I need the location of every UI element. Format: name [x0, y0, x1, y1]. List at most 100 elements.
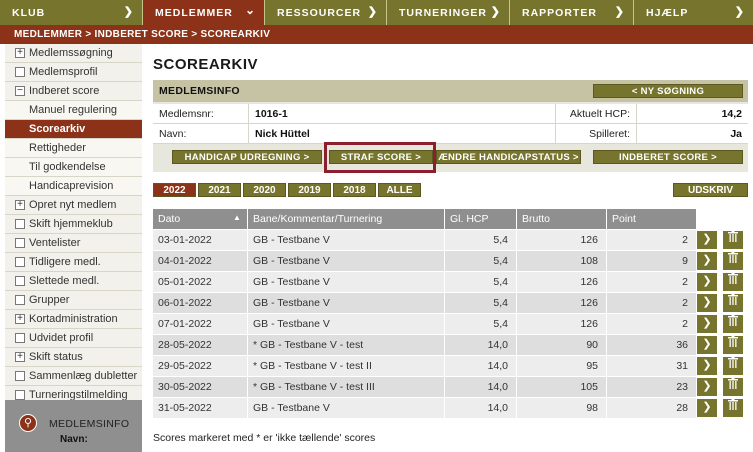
table-cell: 04-01-2022 — [153, 251, 248, 271]
table-cell: 5,4 — [445, 251, 517, 271]
delete-icon[interactable] — [723, 294, 743, 312]
nav-klub[interactable]: KLUB ❯ — [0, 0, 143, 25]
handicap-udregning-button[interactable]: HANDICAP UDREGNING > — [172, 150, 322, 164]
nav-medlemmer[interactable]: MEDLEMMER ⌄ — [143, 0, 265, 25]
delete-icon[interactable] — [723, 231, 743, 249]
navn-value: Nick Hüttel — [255, 128, 310, 140]
sidebar-item-kortadministration[interactable]: + Kortadministration — [5, 310, 142, 329]
column-header-point[interactable]: Point — [607, 209, 696, 229]
table-cell: 06-01-2022 — [153, 293, 248, 313]
open-score-icon[interactable]: ❯ — [697, 378, 717, 396]
sidebar-item-indberet-score[interactable]: − Indberet score — [5, 82, 142, 101]
nav-label: MEDLEMMER — [155, 6, 233, 19]
sidebar-item-label: Udvidet profil — [29, 332, 94, 344]
medlemsinfo-panel-navn: Navn: — [60, 434, 88, 445]
sidebar-item-label: Sammenlæg dubletter — [29, 370, 138, 382]
open-score-icon[interactable]: ❯ — [697, 315, 717, 333]
sidebar-item-scorearkiv[interactable]: Scorearkiv — [5, 120, 142, 139]
year-tab-2019[interactable]: 2019 — [288, 183, 331, 197]
delete-icon[interactable] — [723, 357, 743, 375]
aendre-handicapstatus-button[interactable]: ÆNDRE HANDICAPSTATUS > — [436, 150, 581, 164]
indberet-score-button[interactable]: INDBERET SCORE > — [593, 150, 743, 164]
year-tab-2020[interactable]: 2020 — [243, 183, 286, 197]
sidebar-item-skift-hjemmeklub[interactable]: Skift hjemmeklub — [5, 215, 142, 234]
sidebar-item-slettede-medl[interactable]: Slettede medl. — [5, 272, 142, 291]
table-cell: 126 — [517, 314, 607, 334]
sidebar-item-handicaprevision[interactable]: Handicaprevision — [5, 177, 142, 196]
year-tab-2022[interactable]: 2022 — [153, 183, 196, 197]
delete-icon[interactable] — [723, 315, 743, 333]
nav-ressourcer[interactable]: RESSOURCER ❯ — [265, 0, 387, 25]
sidebar-item-sammenlaeg-dubletter[interactable]: Sammenlæg dubletter — [5, 367, 142, 386]
table-cell: 5,4 — [445, 314, 517, 334]
delete-icon[interactable] — [723, 252, 743, 270]
open-score-icon[interactable]: ❯ — [697, 294, 717, 312]
table-cell: 95 — [517, 356, 607, 376]
sidebar-item-ventelister[interactable]: Ventelister — [5, 234, 142, 253]
expand-icon[interactable]: + — [15, 314, 25, 324]
open-score-icon[interactable]: ❯ — [697, 399, 717, 417]
sidebar-item-medlemsprofil[interactable]: Medlemsprofil — [5, 63, 142, 82]
table-cell: 5,4 — [445, 272, 517, 292]
expand-icon[interactable]: + — [15, 48, 25, 58]
table-cell: 28-05-2022 — [153, 335, 248, 355]
nav-rapporter[interactable]: RAPPORTER ❯ — [510, 0, 634, 25]
open-score-icon[interactable]: ❯ — [697, 336, 717, 354]
open-score-icon[interactable]: ❯ — [697, 273, 717, 291]
sidebar-item-label: Handicaprevision — [29, 180, 114, 192]
sidebar-item-rettigheder[interactable]: Rettigheder — [5, 139, 142, 158]
sidebar-item-opret-nyt-medlem[interactable]: + Opret nyt medlem — [5, 196, 142, 215]
print-button[interactable]: UDSKRIV — [673, 183, 748, 197]
delete-icon[interactable] — [723, 273, 743, 291]
nav-label: TURNERINGER — [399, 6, 488, 19]
delete-icon[interactable] — [723, 378, 743, 396]
table-cell: 14,0 — [445, 335, 517, 355]
collapse-icon[interactable]: − — [15, 86, 25, 96]
sidebar-item-manuel-regulering[interactable]: Manuel regulering — [5, 101, 142, 120]
table-cell: 2 — [682, 276, 688, 288]
column-header-brutto[interactable]: Brutto — [517, 209, 607, 229]
open-score-icon[interactable]: ❯ — [697, 231, 717, 249]
table-cell: 126 — [517, 272, 607, 292]
table-cell: 98 — [517, 398, 607, 418]
sidebar-item-til-godkendelse[interactable]: Til godkendelse — [5, 158, 142, 177]
delete-icon[interactable] — [723, 399, 743, 417]
column-header-gl-hcp[interactable]: Gl. HCP — [445, 209, 517, 229]
sidebar-item-skift-status[interactable]: + Skift status — [5, 348, 142, 367]
table-row: 06-01-2022 GB - Testbane V 5,4 126 2 — [153, 293, 696, 313]
year-tab-alle[interactable]: ALLE — [378, 183, 421, 197]
column-header-bane[interactable]: Bane/Kommentar/Turnering — [248, 209, 445, 229]
page-title: SCOREARKIV — [153, 56, 259, 73]
table-cell: GB - Testbane V — [248, 251, 445, 271]
delete-icon[interactable] — [723, 336, 743, 354]
table-cell: 126 — [517, 230, 607, 250]
new-search-button[interactable]: < NY SØGNING — [593, 84, 743, 98]
table-row: 30-05-2022 * GB - Testbane V - test III 14… — [153, 377, 696, 397]
sidebar-item-label: Rettigheder — [29, 142, 86, 154]
sidebar-item-udvidet-profil[interactable]: Udvidet profil — [5, 329, 142, 348]
table-cell: GB - Testbane V — [248, 314, 445, 334]
checkbox-icon — [15, 295, 25, 305]
column-header-dato[interactable]: Dato ▲ — [153, 209, 248, 229]
sidebar-item-label: Til godkendelse — [29, 161, 106, 173]
sidebar-item-tidligere-medl[interactable]: Tidligere medl. — [5, 253, 142, 272]
table-row: 04-01-2022 GB - Testbane V 5,4 108 9 — [153, 251, 696, 271]
sidebar-item-label: Ventelister — [29, 237, 81, 249]
nav-turneringer[interactable]: TURNERINGER ❯ — [387, 0, 510, 25]
table-cell: 2 — [682, 318, 688, 330]
table-cell: 105 — [517, 377, 607, 397]
sidebar-item-grupper[interactable]: Grupper — [5, 291, 142, 310]
sidebar-item-medlemssogning[interactable]: + Medlemssøgning — [5, 44, 142, 63]
column-header-label: Dato — [158, 213, 181, 225]
expand-icon[interactable]: + — [15, 352, 25, 362]
open-score-icon[interactable]: ❯ — [697, 252, 717, 270]
year-tab-2018[interactable]: 2018 — [333, 183, 376, 197]
spilleret-value: Ja — [730, 128, 742, 140]
year-tab-2021[interactable]: 2021 — [198, 183, 241, 197]
table-cell: 5,4 — [445, 230, 517, 250]
open-score-icon[interactable]: ❯ — [697, 357, 717, 375]
sidebar-item-label: Grupper — [29, 294, 70, 306]
checkbox-icon — [15, 333, 25, 343]
nav-hjaelp[interactable]: HJÆLP ❯ — [634, 0, 753, 25]
expand-icon[interactable]: + — [15, 200, 25, 210]
